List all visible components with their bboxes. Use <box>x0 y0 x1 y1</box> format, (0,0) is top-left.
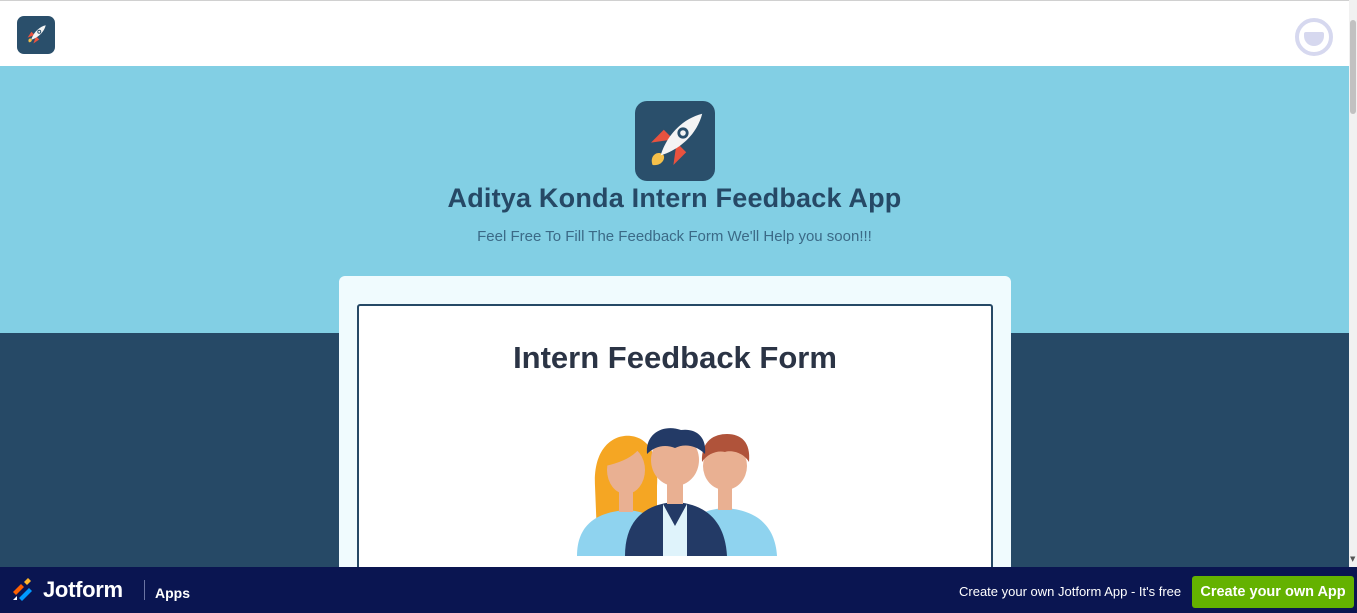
jotform-apps-label: Apps <box>155 585 190 601</box>
footer-divider <box>144 580 145 600</box>
jotform-footer-bar: Jotform Apps Create your own Jotform App… <box>0 567 1357 613</box>
promo-text: Create your own Jotform App - It's free <box>959 584 1182 599</box>
scroll-down-arrow-icon[interactable]: ▼ <box>1350 555 1355 563</box>
rocket-icon <box>651 113 703 166</box>
rocket-icon <box>27 25 46 44</box>
app-logo-large <box>635 101 715 181</box>
form-embed[interactable]: Intern Feedback Form <box>357 304 993 584</box>
create-app-button[interactable]: Create your own App <box>1192 576 1354 608</box>
avatar-mask-shape <box>1304 32 1324 46</box>
app-title: Aditya Konda Intern Feedback App <box>447 183 902 213</box>
user-avatar-icon[interactable] <box>1295 18 1333 56</box>
jotform-brand-name[interactable]: Jotform <box>43 577 123 603</box>
top-bar <box>0 0 1349 66</box>
app-subtitle: Feel Free To Fill The Feedback Form We'l… <box>477 228 872 245</box>
jotform-logo-icon[interactable] <box>11 578 35 602</box>
page-scrollbar[interactable]: ▼ <box>1349 0 1357 567</box>
scrollbar-thumb[interactable] <box>1350 20 1356 114</box>
app-logo-small[interactable] <box>17 16 55 54</box>
team-people-illustration <box>577 428 777 556</box>
form-title: Intern Feedback Form <box>513 340 837 375</box>
